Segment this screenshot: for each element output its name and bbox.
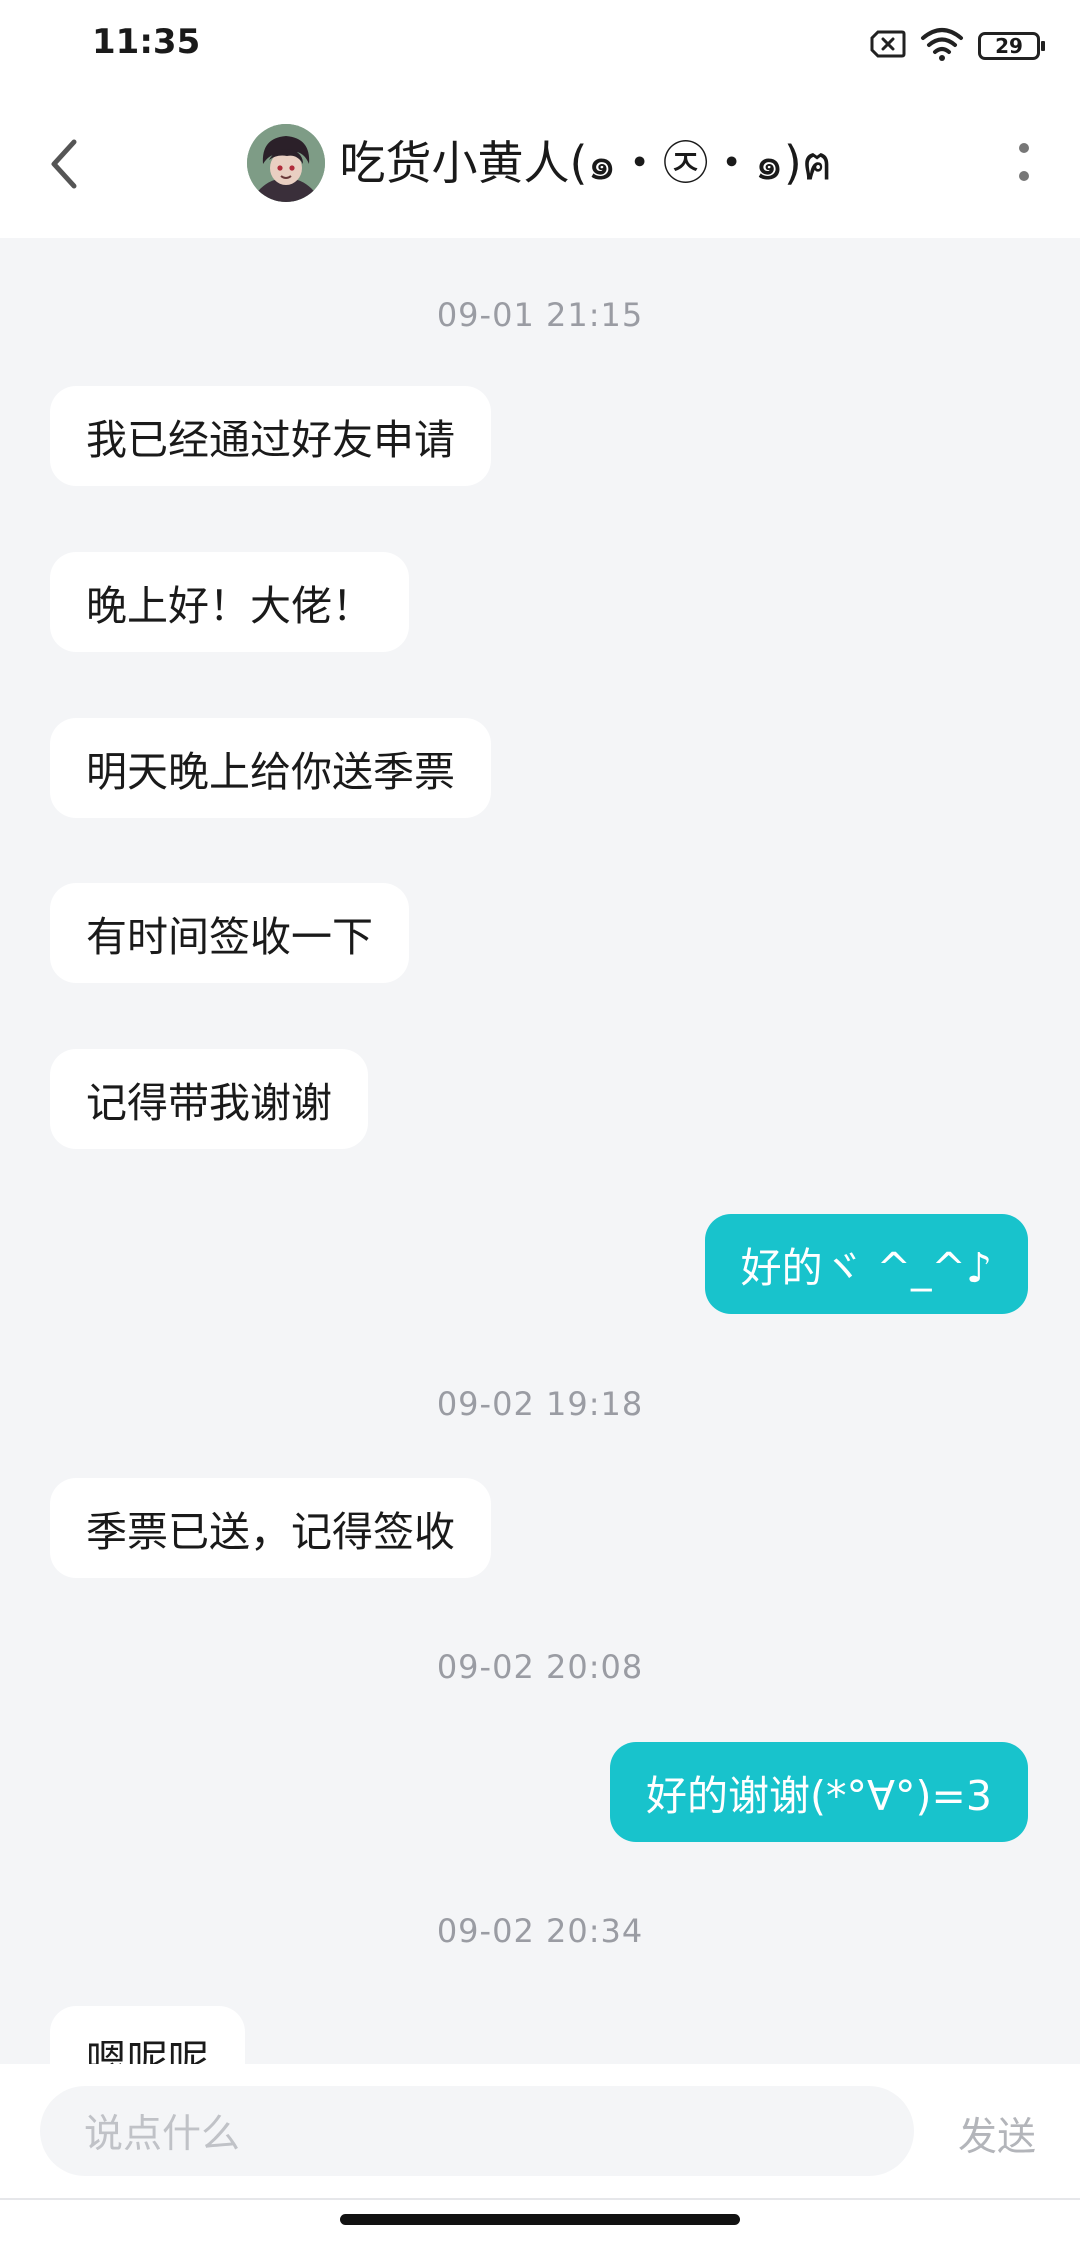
battery-icon: 29 <box>978 32 1045 60</box>
composer-bar: 说点什么 发送 <box>0 2064 1080 2244</box>
message-input[interactable]: 说点什么 <box>40 2086 914 2176</box>
more-vertical-icon <box>1019 143 1029 181</box>
divider <box>0 2198 1080 2200</box>
send-button[interactable]: 发送 <box>958 2106 1036 2162</box>
incoming-message-bubble[interactable]: 晚上好！大佬！ <box>50 552 409 652</box>
message-timestamp: 09-01 21:15 <box>436 296 644 334</box>
message-timestamp: 09-02 20:34 <box>436 1912 644 1950</box>
page-title: 吃货小黄人(๑・㉨・๑)ฅ <box>339 135 833 190</box>
message-timestamp: 09-02 20:08 <box>436 1648 644 1686</box>
incoming-message-bubble[interactable]: 嗯呢呢 <box>50 2006 245 2064</box>
incoming-message-bubble[interactable]: 记得带我谢谢 <box>50 1049 368 1149</box>
message-list[interactable]: 09-01 21:15 我已经通过好友申请 晚上好！大佬！ 明天晚上给你送季票 … <box>0 238 1080 2064</box>
chat-header: 吃货小黄人(๑・㉨・๑)ฅ <box>0 90 1080 238</box>
incoming-message-bubble[interactable]: 有时间签收一下 <box>50 883 409 983</box>
sim-off-icon <box>870 30 906 62</box>
status-icons: 29 <box>870 26 1045 66</box>
outgoing-message-bubble[interactable]: 好的ヾ ^_^♪ <box>704 1214 1028 1314</box>
status-bar: 11:35 29 <box>0 0 1080 90</box>
incoming-message-bubble[interactable]: 季票已送，记得签收 <box>50 1478 491 1578</box>
incoming-message-bubble[interactable]: 我已经通过好友申请 <box>50 386 491 486</box>
home-indicator[interactable] <box>340 2214 740 2225</box>
wifi-icon <box>920 27 964 65</box>
chat-title-group[interactable]: 吃货小黄人(๑・㉨・๑)ฅ <box>0 120 1080 206</box>
outgoing-message-bubble[interactable]: 好的谢谢(*°∀°)=3 <box>610 1742 1028 1842</box>
incoming-message-bubble[interactable]: 明天晚上给你送季票 <box>50 718 491 818</box>
status-time: 11:35 <box>92 22 201 62</box>
avatar[interactable] <box>247 124 326 202</box>
more-options-button[interactable] <box>988 128 1060 200</box>
message-timestamp: 09-02 19:18 <box>436 1385 644 1423</box>
